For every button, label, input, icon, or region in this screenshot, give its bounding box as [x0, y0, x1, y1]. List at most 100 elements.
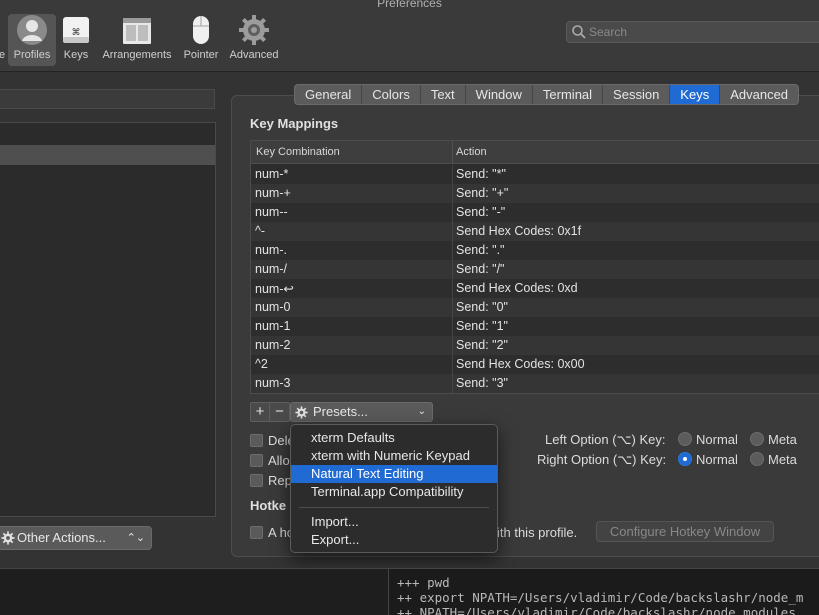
- action-cell: Send: "1": [456, 319, 508, 333]
- checkbox-allow-label: Allo: [268, 453, 290, 468]
- tab-text[interactable]: Text: [421, 85, 466, 104]
- left-option-meta-radio[interactable]: [750, 432, 764, 446]
- toolbar-item-partial[interactable]: e: [0, 14, 8, 66]
- table-row[interactable]: num-2 Send: "2": [251, 336, 819, 355]
- table-row[interactable]: ^2 Send Hex Codes: 0x00: [251, 355, 819, 374]
- action-cell: Send: "-": [456, 205, 506, 219]
- add-mapping-button[interactable]: +: [251, 403, 271, 421]
- profile-icon: [17, 15, 47, 45]
- presets-label: Presets...: [313, 404, 368, 419]
- key-mappings-table[interactable]: Key Combination Action num-* Send: "*" num…: [250, 140, 819, 394]
- tab-advanced[interactable]: Advanced: [720, 85, 798, 104]
- window-arrangement-icon: [123, 18, 151, 44]
- terminal-line: +++ pwd: [397, 575, 450, 590]
- hotkey-checkbox-label-tail: ith this profile.: [497, 525, 578, 540]
- table-row[interactable]: num-+ Send: "+": [251, 184, 819, 203]
- menu-item-terminal-app-compatibility[interactable]: Terminal.app Compatibility: [291, 483, 497, 501]
- checkbox-repeat-label: Rep: [268, 473, 292, 488]
- action-cell: Send Hex Codes: 0xd: [456, 281, 578, 295]
- column-header-action[interactable]: Action: [456, 146, 487, 158]
- toolbar: Preferences e Profiles ⌘ Keys Arrangemen…: [0, 0, 819, 72]
- presets-popup-button[interactable]: Presets... ⌄: [290, 402, 433, 422]
- menu-item-natural-text-editing[interactable]: Natural Text Editing: [291, 465, 497, 483]
- other-actions-button[interactable]: Other Actions... ⌃⌄: [0, 526, 152, 550]
- chevron-updown-icon: ⌃⌄: [126, 532, 145, 544]
- search-input[interactable]: [589, 24, 809, 40]
- action-cell: Send: "*": [456, 167, 506, 181]
- key-combination-cell: num-1: [255, 319, 291, 333]
- key-combination-cell: num-/: [255, 262, 287, 276]
- tab-window[interactable]: Window: [466, 85, 533, 104]
- action-cell: Send: "2": [456, 338, 508, 352]
- right-option-normal-radio[interactable]: [678, 452, 692, 466]
- toolbar-label-pointer: Pointer: [183, 49, 219, 61]
- profile-list[interactable]: [0, 122, 216, 517]
- key-combination-cell: num-3: [255, 376, 291, 390]
- key-mappings-title: Key Mappings: [250, 116, 339, 131]
- toolbar-label-keys: Keys: [63, 49, 89, 61]
- mouse-icon: [193, 16, 209, 44]
- profile-tabs: General Colors Text Window Terminal Sess…: [294, 84, 800, 105]
- key-combination-cell: num-2: [255, 338, 291, 352]
- toolbar-item-profiles[interactable]: Profiles: [8, 14, 56, 66]
- gear-icon: [239, 15, 269, 45]
- right-option-meta-radio[interactable]: [750, 452, 764, 466]
- action-cell: Send: "0": [456, 300, 508, 314]
- column-header-key[interactable]: Key Combination: [256, 146, 340, 158]
- menu-separator: [299, 507, 489, 508]
- tab-keys[interactable]: Keys: [670, 85, 721, 104]
- table-row[interactable]: num-1 Send: "1": [251, 317, 819, 336]
- hotkey-checkbox[interactable]: [250, 526, 263, 539]
- table-row[interactable]: num-0 Send: "0": [251, 298, 819, 317]
- toolbar-item-arrangements[interactable]: Arrangements: [98, 14, 176, 66]
- key-combination-cell: num-*: [255, 167, 289, 181]
- search-icon: [572, 25, 586, 39]
- table-row[interactable]: num-↩ Send Hex Codes: 0xd: [251, 279, 819, 298]
- menu-item-export[interactable]: Export...: [291, 531, 497, 549]
- presets-menu: xterm Defaults xterm with Numeric Keypad…: [290, 424, 498, 553]
- left-option-label: Left Option (⌥) Key:: [545, 432, 666, 447]
- terminal-pane[interactable]: +++ pwd ++ export NPATH=/Users/vladimir/…: [388, 569, 819, 615]
- table-row[interactable]: num-* Send: "*": [251, 165, 819, 184]
- add-remove-control: + −: [250, 402, 290, 422]
- remove-mapping-button[interactable]: −: [270, 403, 289, 421]
- gear-icon: [1, 531, 15, 545]
- checkbox-delete[interactable]: [250, 434, 263, 447]
- toolbar-item-advanced[interactable]: Advanced: [226, 14, 282, 66]
- table-header: Key Combination Action: [251, 141, 819, 164]
- toolbar-item-keys[interactable]: ⌘ Keys: [58, 14, 94, 66]
- left-option-meta-label: Meta: [768, 432, 797, 447]
- terminal-background: +++ pwd ++ export NPATH=/Users/vladimir/…: [0, 568, 819, 615]
- action-cell: Send: "/": [456, 262, 505, 276]
- table-row[interactable]: num-- Send: "-": [251, 203, 819, 222]
- search-field[interactable]: [566, 21, 819, 43]
- terminal-line: ++ NPATH=/Users/vladimir/Code/backslashr…: [397, 605, 796, 615]
- tab-terminal[interactable]: Terminal: [533, 85, 604, 104]
- checkbox-allow[interactable]: [250, 454, 263, 467]
- left-option-normal-radio[interactable]: [678, 432, 692, 446]
- table-row[interactable]: num-3 Send: "3": [251, 374, 819, 393]
- profile-filter-field[interactable]: [0, 89, 215, 109]
- table-row[interactable]: num-/ Send: "/": [251, 260, 819, 279]
- menu-item-import[interactable]: Import...: [291, 513, 497, 531]
- toolbar-label-arrangements: Arrangements: [102, 49, 172, 61]
- toolbar-label-advanced: Advanced: [229, 49, 279, 61]
- menu-item-xterm-numeric-keypad[interactable]: xterm with Numeric Keypad: [291, 447, 497, 465]
- key-combination-cell: num-0: [255, 300, 291, 314]
- configure-hotkey-window-button[interactable]: Configure Hotkey Window: [596, 521, 774, 542]
- profile-list-selected-row[interactable]: [0, 145, 215, 165]
- tab-general[interactable]: General: [295, 85, 363, 104]
- table-row[interactable]: ^- Send Hex Codes: 0x1f: [251, 222, 819, 241]
- toolbar-item-pointer[interactable]: Pointer: [180, 14, 222, 66]
- chevron-down-icon: ⌄: [417, 406, 426, 417]
- table-row[interactable]: num-. Send: ".": [251, 241, 819, 260]
- menu-item-xterm-defaults[interactable]: xterm Defaults: [291, 429, 497, 447]
- tab-colors[interactable]: Colors: [362, 85, 421, 104]
- tab-session[interactable]: Session: [603, 85, 671, 104]
- table-rows: num-* Send: "*" num-+ Send: "+" num-- Send: "…: [251, 165, 819, 393]
- toolbar-label-profiles: Profiles: [13, 49, 51, 61]
- hotkey-section-title: Hotke: [250, 498, 287, 513]
- checkbox-repeat[interactable]: [250, 474, 263, 487]
- left-option-normal-label: Normal: [696, 432, 738, 447]
- key-combination-cell: num--: [255, 205, 288, 219]
